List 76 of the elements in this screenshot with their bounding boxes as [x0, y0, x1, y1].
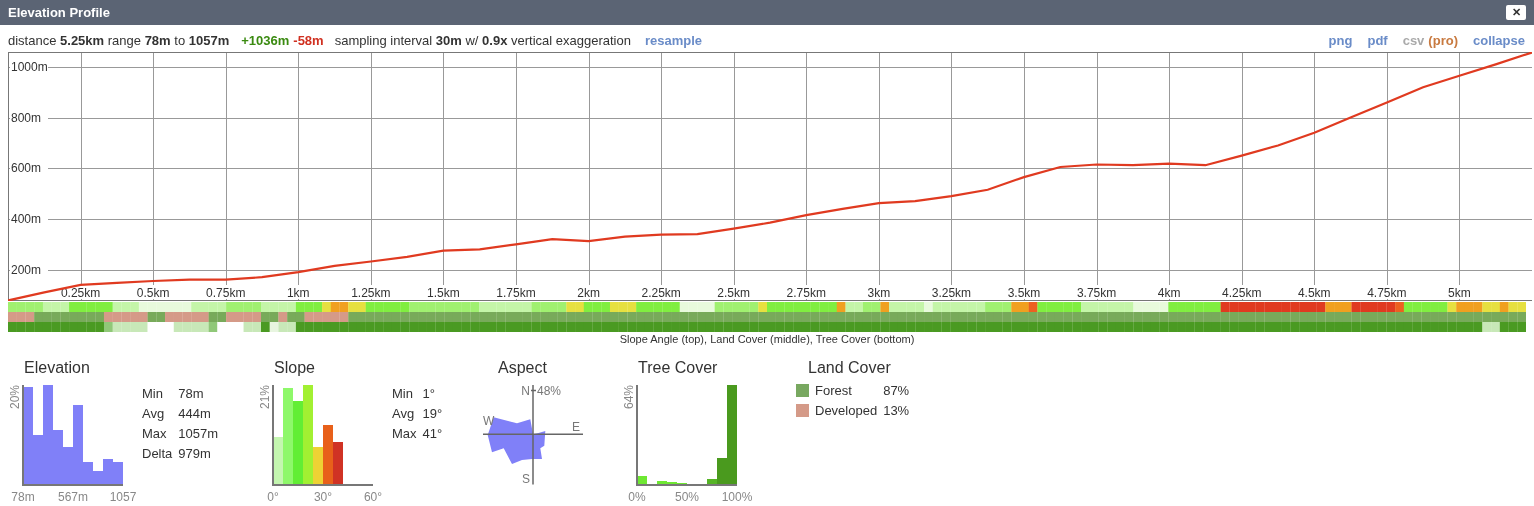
stat-value: 78m — [178, 386, 205, 402]
axis-label: 1000m — [11, 59, 48, 74]
axis-label: 30° — [313, 490, 333, 504]
stat-label: Max — [142, 426, 168, 442]
legend-label: Developed — [815, 404, 878, 418]
axis-label: 1.75km — [496, 286, 536, 300]
axis-label: 0.5km — [136, 286, 170, 300]
panel-title: Tree Cover — [638, 358, 719, 377]
stat-label: Avg — [392, 406, 416, 422]
axis-label: 21% — [258, 385, 272, 410]
axis-label: 3.5km — [1007, 286, 1041, 300]
axis-label: 2.25km — [641, 286, 681, 300]
stat-value: 41° — [422, 426, 443, 442]
panel-title: Elevation — [24, 358, 91, 377]
axis-label: 2.75km — [786, 286, 826, 300]
pro-label: (pro) — [1428, 33, 1458, 48]
axis-label: 20% — [8, 385, 22, 410]
axis-label: 3.75km — [1076, 286, 1117, 300]
axis-label: 50% — [675, 490, 699, 504]
panel-title: Land Cover — [808, 358, 892, 377]
axis-label: 4km — [1157, 286, 1181, 300]
axis-label: 567m — [58, 490, 88, 504]
axis-label: 1.5km — [427, 286, 460, 300]
axis-label: 1057 — [109, 490, 137, 504]
axis-label: 2km — [577, 286, 600, 300]
compass-label: S — [522, 472, 530, 485]
resample-link[interactable]: resample — [644, 33, 703, 48]
elevation-loss: -58m — [293, 33, 324, 48]
compass-label: E — [572, 420, 580, 434]
legend-label: Forest — [815, 384, 853, 398]
summary-text: distance 5.25km range 78m to 1057m — [8, 33, 230, 48]
export-link[interactable]: pdf — [1367, 33, 1388, 48]
sampling-text: sampling interval 30m w/ 0.9x vertical exaggeration — [334, 33, 631, 48]
axis-label: 0° — [267, 490, 279, 504]
strip-caption: Slope Angle (top), Land Cover (middle), Tree Cover (bottom) — [618, 333, 916, 346]
axis-label: 2.5km — [717, 286, 751, 300]
axis-label: 4.25km — [1222, 286, 1262, 300]
stat-label: Min — [142, 386, 164, 402]
axis-label: 1.25km — [351, 286, 391, 300]
legend-value: 87% — [883, 384, 910, 398]
stat-value: 1057m — [178, 426, 219, 442]
axis-label: 400m — [11, 211, 42, 226]
panel-title: Slope — [274, 358, 316, 377]
export-link[interactable]: collapse — [1472, 33, 1525, 48]
elevation-gain: +1036m — [241, 33, 290, 48]
axis-label: 64% — [622, 385, 636, 410]
axis-label: 1km — [286, 286, 310, 300]
compass-label: N — [521, 385, 530, 398]
stat-label: Max — [392, 426, 417, 442]
axis-label: 3.25km — [931, 286, 972, 300]
stat-label: Delta — [142, 446, 173, 462]
close-button[interactable]: ✕ — [1506, 5, 1526, 20]
percentage-label: 48% — [537, 385, 562, 398]
stat-label: Avg — [142, 406, 166, 422]
export-link[interactable]: png — [1328, 33, 1353, 48]
axis-label: 4.5km — [1297, 286, 1331, 300]
axis-label: 60° — [363, 490, 383, 504]
axis-label: 4.75km — [1367, 286, 1407, 300]
axis-label: 200m — [11, 262, 42, 277]
stat-value: 1° — [422, 386, 436, 402]
axis-label: 800m — [11, 110, 42, 125]
axis-label: 100% — [721, 490, 753, 504]
stat-value: 19° — [422, 406, 443, 422]
stat-value: 979m — [178, 446, 212, 462]
axis-label: 78m — [11, 490, 35, 504]
stat-label: Min — [392, 386, 414, 402]
panel-title: Aspect — [498, 358, 548, 377]
axis-label: 0% — [628, 490, 646, 504]
stat-value: 444m — [178, 406, 212, 422]
axis-label: 5km — [1448, 286, 1471, 300]
axis-label: 0.75km — [206, 286, 246, 300]
axis-label: 3km — [867, 286, 891, 300]
axis-label: 600m — [11, 161, 42, 176]
axis-label: 0.25km — [60, 286, 101, 300]
legend-value: 13% — [883, 404, 910, 418]
window-title: Elevation Profile — [8, 5, 111, 20]
